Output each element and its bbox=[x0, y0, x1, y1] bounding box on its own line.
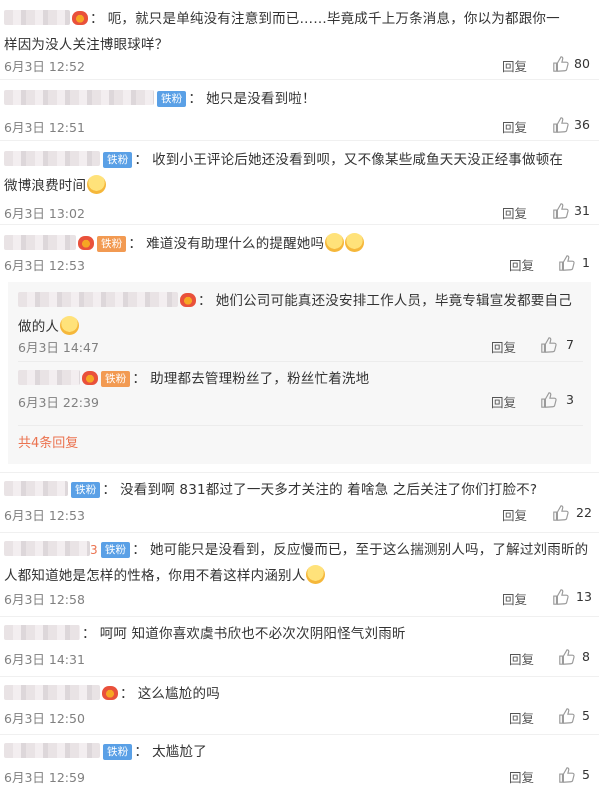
reply-button[interactable]: 回复 bbox=[491, 392, 516, 411]
fan-badge: 铁粉 bbox=[101, 371, 131, 387]
thumbs-up-icon[interactable] bbox=[552, 588, 570, 606]
thumbs-up-icon[interactable] bbox=[558, 707, 576, 725]
sub-replies: ：她们公司可能真还没安排工作人员，毕竟专辑宣发都要自己做的人 6月3日 14:4… bbox=[8, 282, 591, 464]
thumbs-up-icon[interactable] bbox=[540, 391, 558, 409]
reply-button[interactable]: 回复 bbox=[509, 255, 534, 274]
comment-time: 6月3日 13:02 bbox=[4, 206, 85, 221]
comment-time: 6月3日 14:47 bbox=[18, 340, 99, 355]
fan-badge: 铁粉 bbox=[100, 542, 131, 558]
comment-time: 6月3日 12:53 bbox=[4, 508, 85, 523]
comment-time: 6月3日 12:51 bbox=[4, 120, 85, 135]
username-blurred[interactable] bbox=[4, 685, 100, 700]
comment-item: 铁粉：难道没有助理什么的提醒她吗 6月3日 12:53 回复 1 ：她们公司可能… bbox=[0, 225, 599, 473]
like-count: 22 bbox=[576, 505, 592, 520]
reply-button[interactable]: 回复 bbox=[509, 708, 534, 727]
comment-text: 没看到啊 831都过了一天多才关注的 着啥急 之后关注了你们打脸不? bbox=[120, 482, 538, 498]
reply-button[interactable]: 回复 bbox=[502, 117, 527, 136]
comment-text: 呵呵 知道你喜欢虞书欣也不必次次阴阳怪气刘雨昕 bbox=[99, 626, 406, 642]
fan-badge: 铁粉 bbox=[71, 482, 101, 498]
fan-badge: 铁粉 bbox=[103, 152, 133, 168]
reply-button[interactable]: 回复 bbox=[502, 56, 527, 75]
like-count: 8 bbox=[582, 649, 590, 664]
reply-button[interactable]: 回复 bbox=[502, 505, 527, 524]
smiley-emoji-icon bbox=[325, 233, 345, 252]
like-count: 36 bbox=[574, 117, 590, 132]
reply-button[interactable]: 回复 bbox=[491, 337, 516, 356]
reply-button[interactable]: 回复 bbox=[509, 767, 534, 786]
comment-text: 助理都去管理粉丝了，粉丝忙着洗地 bbox=[150, 371, 370, 387]
thumbs-up-icon[interactable] bbox=[552, 116, 570, 134]
comment-item: 3 铁粉：她可能只是没看到，反应慢而已，至于这么揣测别人吗，了解过刘雨昕的人都知道… bbox=[0, 533, 599, 617]
username-blurred[interactable] bbox=[18, 292, 178, 307]
vip-crown-icon bbox=[78, 236, 94, 250]
vip-crown-icon bbox=[180, 293, 196, 307]
vip-crown-icon bbox=[72, 11, 88, 25]
comment-item: 铁粉：没看到啊 831都过了一天多才关注的 着啥急 之后关注了你们打脸不? 6月… bbox=[0, 473, 599, 533]
like-count: 7 bbox=[566, 337, 574, 352]
like-count: 31 bbox=[574, 203, 590, 218]
username-blurred[interactable] bbox=[4, 481, 68, 496]
like-count: 3 bbox=[566, 392, 574, 407]
username-blurred[interactable] bbox=[4, 625, 80, 640]
vip-crown-icon bbox=[102, 686, 118, 700]
comment-item: 铁粉：她只是没看到啦！ 6月3日 12:51 回复 36 bbox=[0, 80, 599, 141]
thumbs-up-icon[interactable] bbox=[540, 336, 558, 354]
comment-time: 6月3日 12:58 bbox=[4, 592, 85, 607]
vip-crown-icon bbox=[82, 371, 98, 385]
comment-item: ：呵呵 知道你喜欢虞书欣也不必次次阴阳怪气刘雨昕 6月3日 14:31 回复 8 bbox=[0, 617, 599, 677]
comment-text: 她只是没看到啦！ bbox=[206, 91, 316, 107]
comment-text: 太尴尬了 bbox=[152, 744, 207, 760]
thumbs-up-icon[interactable] bbox=[558, 766, 576, 784]
username-blurred[interactable] bbox=[4, 743, 100, 758]
smiley-emoji-icon bbox=[306, 565, 326, 584]
fan-badge: 铁粉 bbox=[103, 744, 133, 760]
sub-reply-item: ：她们公司可能真还没安排工作人员，毕竟专辑宣发都要自己做的人 6月3日 14:4… bbox=[18, 282, 583, 362]
thumbs-up-icon[interactable] bbox=[552, 55, 570, 73]
fan-badge: 铁粉 bbox=[97, 236, 127, 252]
comment-time: 6月3日 14:31 bbox=[4, 652, 85, 667]
smiley-emoji-icon bbox=[87, 175, 107, 194]
username-blurred[interactable] bbox=[4, 235, 76, 250]
smiley-emoji-icon bbox=[345, 233, 365, 252]
comment-item: ：呃，就只是单纯没有注意到而已……毕竟成千上万条消息，你以为都跟你一样因为没人关… bbox=[0, 0, 599, 80]
sub-reply-item: 铁粉：助理都去管理粉丝了，粉丝忙着洗地 6月3日 22:39 回复 3 bbox=[18, 362, 583, 426]
comment-time: 6月3日 12:52 bbox=[4, 59, 85, 74]
view-more-replies-link[interactable]: 共4条回复 bbox=[18, 426, 583, 462]
fan-badge: 铁粉 bbox=[157, 91, 187, 107]
thumbs-up-icon[interactable] bbox=[558, 254, 576, 272]
like-count: 5 bbox=[582, 767, 590, 782]
like-count: 1 bbox=[582, 255, 590, 270]
reply-button[interactable]: 回复 bbox=[509, 649, 534, 668]
reply-button[interactable]: 回复 bbox=[502, 589, 527, 608]
username-blurred[interactable] bbox=[4, 151, 100, 166]
thumbs-up-icon[interactable] bbox=[552, 504, 570, 522]
thumbs-up-icon[interactable] bbox=[558, 648, 576, 666]
comment-text: 难道没有助理什么的提醒她吗 bbox=[146, 236, 325, 252]
thumbs-up-icon[interactable] bbox=[552, 202, 570, 220]
comment-item: 铁粉：收到小王评论后她还没看到呗，又不像某些咸鱼天天没正经事做顿在微博浪费时间 … bbox=[0, 141, 599, 225]
comment-time: 6月3日 22:39 bbox=[18, 395, 99, 410]
comment-text: 这么尴尬的吗 bbox=[137, 686, 220, 702]
like-count: 5 bbox=[582, 708, 590, 723]
comment-time: 6月3日 12:59 bbox=[4, 770, 85, 785]
comment-time: 6月3日 12:53 bbox=[4, 258, 85, 273]
username-suffix: 3 bbox=[90, 543, 98, 557]
like-count: 80 bbox=[574, 56, 590, 71]
username-blurred[interactable] bbox=[18, 370, 80, 385]
reply-button[interactable]: 回复 bbox=[502, 203, 527, 222]
comment-item: 铁粉：太尴尬了 6月3日 12:59 回复 5 bbox=[4, 743, 590, 786]
username-blurred[interactable] bbox=[4, 541, 90, 556]
username-blurred[interactable] bbox=[4, 90, 154, 105]
comment-item: ：这么尴尬的吗 6月3日 12:50 回复 5 bbox=[0, 677, 599, 735]
like-count: 13 bbox=[576, 589, 592, 604]
comment-list: ：呃，就只是单纯没有注意到而已……毕竟成千上万条消息，你以为都跟你一样因为没人关… bbox=[0, 0, 599, 794]
username-blurred[interactable] bbox=[4, 10, 70, 25]
smiley-emoji-icon bbox=[60, 316, 80, 335]
comment-time: 6月3日 12:50 bbox=[4, 711, 85, 726]
